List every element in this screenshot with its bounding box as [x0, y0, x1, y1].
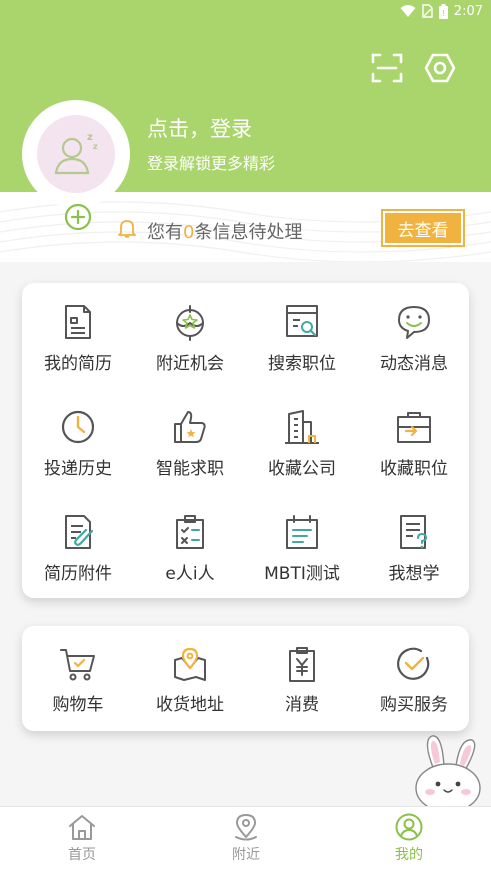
bottom-tab-bar: 首页 附近 我的 — [0, 806, 491, 872]
status-icons: ! 2:07 — [400, 2, 483, 20]
message-icon — [398, 306, 430, 339]
yuan-receipt-icon — [289, 647, 315, 682]
battery-icon: ! — [438, 3, 448, 19]
tab-label: 附近 — [232, 847, 260, 863]
tab-label: 首页 — [68, 847, 96, 863]
calendar-test-icon — [286, 515, 318, 549]
thumbs-up-icon — [174, 411, 206, 443]
settings-icon[interactable] — [424, 52, 456, 84]
menu-item-messages[interactable]: 动态消息 — [358, 303, 470, 374]
menu-item-address[interactable]: 收货地址 — [134, 646, 246, 715]
login-title[interactable]: 点击，登录 — [147, 113, 252, 143]
menu-item-mbti-ei[interactable]: e人i人 — [134, 513, 246, 584]
briefcase-icon — [397, 412, 431, 443]
menu-label: 我想学 — [388, 564, 440, 584]
menu-label: 收货地址 — [156, 695, 224, 715]
svg-text:!: ! — [442, 9, 445, 18]
bell-icon — [118, 220, 136, 238]
menu-label: 智能求职 — [156, 459, 224, 479]
menu-item-fav-job[interactable]: 收藏职位 — [358, 408, 470, 479]
menu-item-search-job[interactable]: 搜索职位 — [246, 303, 358, 374]
menu-label: 我的简历 — [44, 354, 112, 374]
sleeping-user-icon: z z — [54, 132, 98, 175]
menu-label: 附近机会 — [156, 354, 224, 374]
menu-label: 购物车 — [52, 695, 104, 715]
tab-mine[interactable]: 我的 — [369, 813, 449, 864]
menu-label: 消费 — [285, 695, 319, 715]
menu-label: e人i人 — [165, 564, 215, 584]
tab-home[interactable]: 首页 — [42, 813, 122, 864]
notice-prefix: 您有 — [147, 222, 183, 243]
menu-item-spending[interactable]: 消费 — [246, 646, 358, 715]
menu-item-fav-company[interactable]: 收藏公司 — [246, 408, 358, 479]
menu-item-resume[interactable]: 我的简历 — [22, 303, 134, 374]
menu-label: 搜索职位 — [268, 354, 336, 374]
sim-icon — [422, 4, 433, 18]
login-subtitle[interactable]: 登录解锁更多精彩 — [147, 150, 275, 174]
wifi-icon — [400, 4, 416, 17]
location-icon — [235, 814, 257, 841]
menu-item-nearby[interactable]: 附近机会 — [134, 303, 246, 374]
menu-label: 动态消息 — [380, 354, 448, 374]
menu-item-apply-history[interactable]: 投递历史 — [22, 408, 134, 479]
tab-nearby[interactable]: 附近 — [206, 813, 286, 864]
clock-icon — [61, 410, 95, 444]
menu-label: 简历附件 — [44, 564, 112, 584]
menu-item-buy-service[interactable]: 购买服务 — [358, 646, 470, 715]
menu-label: 投递历史 — [44, 459, 112, 479]
svg-text:z: z — [93, 142, 98, 151]
menu-label: 购买服务 — [380, 695, 448, 715]
status-bar: ! 2:07 — [0, 0, 491, 22]
tab-label: 我的 — [395, 847, 423, 863]
menu-item-cart[interactable]: 购物车 — [22, 646, 134, 715]
map-pin-icon — [174, 647, 206, 681]
cart-icon — [60, 649, 95, 681]
nearby-icon — [176, 305, 204, 341]
shopping-card: 购物车 收货地址 消费 购买服务 — [22, 626, 469, 731]
menu-label: 收藏职位 — [380, 459, 448, 479]
building-icon — [285, 410, 319, 444]
view-notices-button[interactable]: 去查看 — [381, 209, 465, 247]
avatar[interactable]: z z — [22, 100, 130, 208]
add-circle-icon[interactable] — [64, 203, 92, 231]
bunny-mascot[interactable] — [412, 732, 491, 810]
status-time: 2:07 — [453, 3, 483, 19]
check-circle-icon — [397, 647, 430, 680]
notice-count: 0 — [183, 222, 195, 243]
resume-icon — [65, 305, 91, 339]
question-doc-icon — [400, 515, 428, 549]
notice-text: 您有0条信息待处理 — [147, 218, 302, 244]
checklist-icon — [176, 515, 204, 549]
notice-suffix: 条信息待处理 — [194, 222, 303, 243]
feature-grid-card: 我的简历 附近机会 搜索职位 动态消息 投递历史 智能求职 收藏公司 收藏职位 … — [22, 283, 469, 598]
scan-icon[interactable] — [371, 52, 403, 84]
home-icon — [69, 815, 95, 840]
menu-item-smart-job[interactable]: 智能求职 — [134, 408, 246, 479]
search-job-icon — [286, 305, 318, 337]
menu-item-attachment[interactable]: 简历附件 — [22, 513, 134, 584]
attachment-icon — [65, 515, 94, 549]
menu-item-mbti-test[interactable]: MBTI测试 — [246, 513, 358, 584]
profile-icon — [395, 813, 423, 841]
menu-label: 收藏公司 — [268, 459, 336, 479]
menu-item-want-learn[interactable]: 我想学 — [358, 513, 470, 584]
menu-label: MBTI测试 — [264, 564, 340, 584]
avatar-placeholder: z z — [37, 115, 115, 193]
